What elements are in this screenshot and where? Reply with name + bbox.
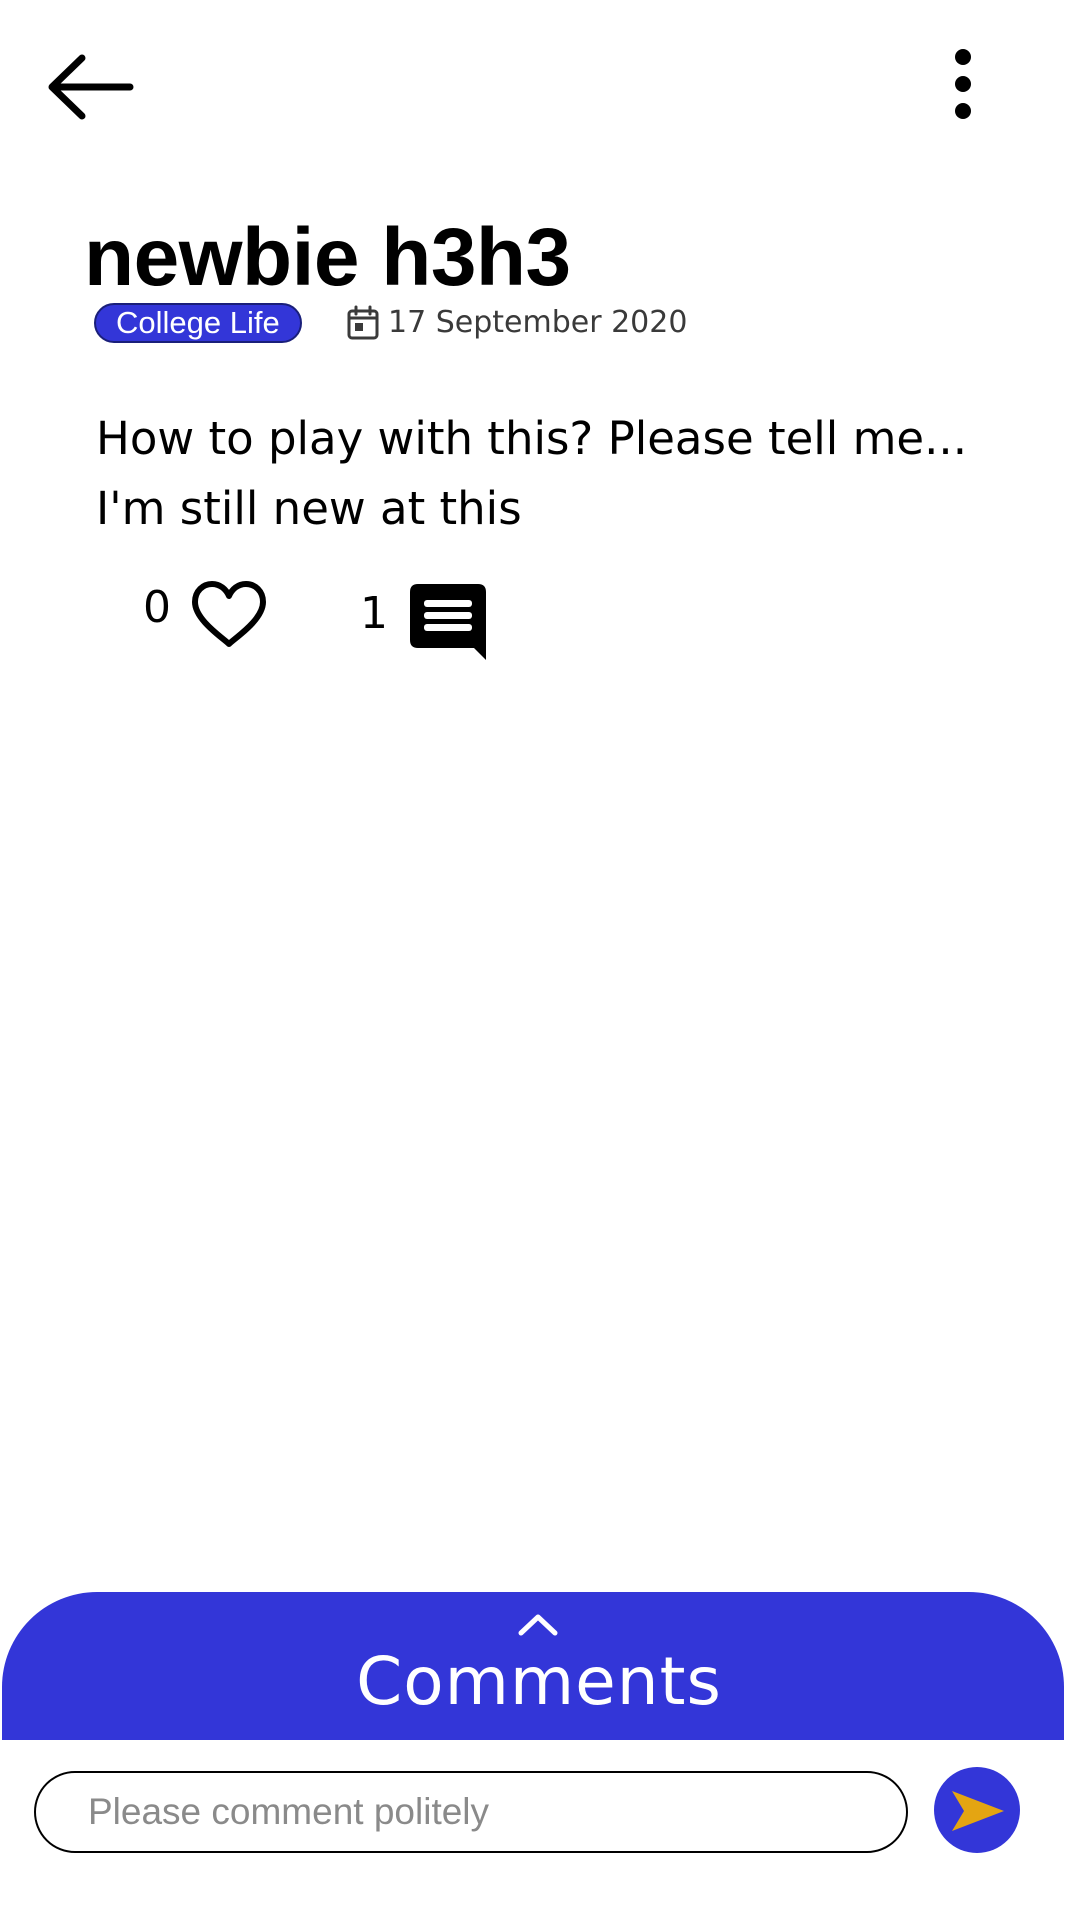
send-arrow-icon bbox=[950, 1787, 1006, 1835]
category-tag[interactable]: College Life bbox=[94, 303, 302, 343]
arrow-left-icon bbox=[48, 54, 134, 120]
post-body-line: I'm still new at this bbox=[96, 482, 522, 535]
post-body-line: How to play with this? Please tell me... bbox=[96, 412, 968, 465]
chevron-up-icon bbox=[518, 1612, 558, 1636]
comment-bubble-icon[interactable] bbox=[410, 584, 486, 660]
comment-count: 1 bbox=[360, 588, 388, 639]
back-button[interactable] bbox=[40, 40, 140, 140]
like-count: 0 bbox=[143, 582, 171, 633]
dots-vertical-icon bbox=[955, 49, 971, 119]
calendar-icon bbox=[346, 305, 380, 341]
comment-input[interactable] bbox=[34, 1771, 908, 1853]
more-options-button[interactable] bbox=[940, 40, 1020, 130]
post-body: How to play with this? Please tell me...… bbox=[96, 404, 1026, 544]
post-title: newbie h3h3 bbox=[84, 212, 571, 303]
post-date: 17 September 2020 bbox=[388, 305, 688, 340]
heart-icon[interactable] bbox=[190, 580, 268, 650]
comments-label: Comments bbox=[356, 1643, 722, 1720]
